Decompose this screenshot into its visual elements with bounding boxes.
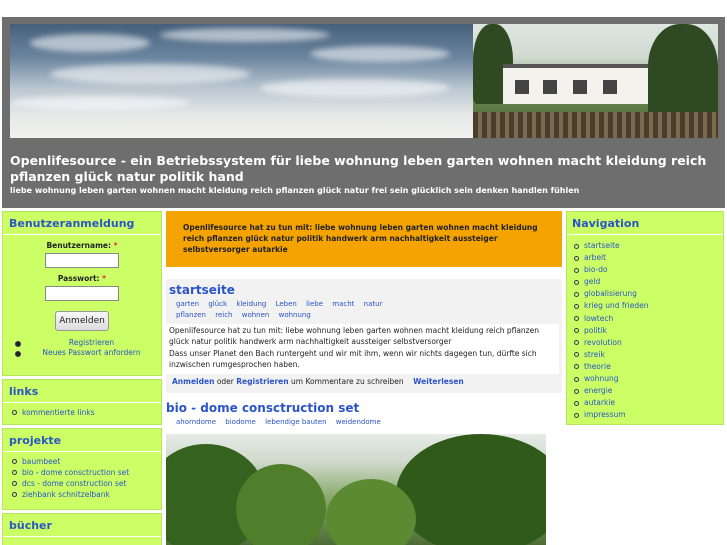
node-body: Openlifesource hat zu tun mit: liebe woh… [166,324,559,374]
site-slogan: liebe wohnung leben garten wohnen macht … [10,186,580,195]
comment-login-link[interactable]: Anmelden [172,377,214,386]
nav-link-energie[interactable]: energie [584,386,612,395]
nav-item: krieg und frieden [573,300,723,312]
nav-link-startseite[interactable]: startseite [584,241,620,250]
nav-item: impressum [573,409,723,421]
links-item-link[interactable]: kommentierte links [22,408,94,417]
bio-dome-photo [166,434,546,545]
comment-register-link[interactable]: Registrieren [236,377,288,386]
nav-item: startseite [573,240,723,252]
nav-item: streik [573,349,723,361]
nav-link-wohnung[interactable]: wohnung [584,374,619,383]
nav-link-lowtech[interactable]: lowtech [584,314,613,323]
tag-link[interactable]: glück [208,300,227,308]
projekte-item-link[interactable]: dcs - dome construction set [22,479,126,488]
node-body-paragraph: Dass unser Planet den Bach runtergeht un… [169,349,537,369]
links-block-title: links [3,380,161,403]
login-button[interactable]: Anmelden [55,311,109,331]
site-title-link[interactable]: Openlifesource - ein Betriebssystem für … [10,153,720,185]
links-block: links kommentierte links [2,379,162,425]
tag-link[interactable]: kleidung [236,300,266,308]
tag-link[interactable]: Leben [276,300,297,308]
tag-link[interactable]: natur [364,300,383,308]
tag-link[interactable]: ahorndome [176,418,216,426]
projekte-item-link[interactable]: ziehbank schnitzelbank [22,490,110,499]
site-header: Openlifesource - ein Betriebssystem für … [2,17,725,208]
tag-link[interactable]: wohnung [279,311,311,319]
list-item: kommentierte links [11,407,161,418]
nav-item: arbeit [573,252,723,264]
banner-house-image [473,24,718,138]
tag-link[interactable]: wohnen [242,311,270,319]
buecher-block-title: bücher [3,514,161,537]
list-item: bio - dome consctruction set [11,467,161,478]
nav-item: revolution [573,337,723,349]
projekte-block: projekte baumbeet bio - dome consctructi… [2,428,162,510]
tag-link[interactable]: liebe [306,300,323,308]
node-title-link[interactable]: startseite [169,283,235,297]
nav-item: politik [573,325,723,337]
nav-item: theorie [573,361,723,373]
node-body-paragraph: Openlifesource hat zu tun mit: liebe woh… [169,326,539,346]
nav-link-theorie[interactable]: theorie [584,362,611,371]
nav-item: lowtech [573,313,723,325]
nav-link-bio-do[interactable]: bio-do [584,265,608,274]
login-block: Benutzeranmeldung Benutzername: * Passwo… [2,211,162,376]
nav-item: bio-do [573,264,723,276]
projekte-item-link[interactable]: bio - dome consctruction set [22,468,129,477]
nav-link-geld[interactable]: geld [584,277,600,286]
register-link[interactable]: Registrieren [69,338,114,347]
tag-link[interactable]: biodome [225,418,256,426]
projekte-block-title: projekte [3,429,161,452]
nav-link-globalisierung[interactable]: globalisierung [584,289,637,298]
nav-link-revolution[interactable]: revolution [584,338,622,347]
node-tags: garten glück kleidung Leben liebe macht … [166,299,562,321]
nav-link-autarkie[interactable]: autarkie [584,398,615,407]
tag-link[interactable]: garten [176,300,199,308]
username-input[interactable] [45,253,119,268]
navigation-block-title: Navigation [567,212,723,235]
tag-link[interactable]: reich [215,311,232,319]
node-bio-dome: bio - dome consctruction set ahorndome b… [166,401,562,545]
nav-link-streik[interactable]: streik [584,350,605,359]
nav-link-impressum[interactable]: impressum [584,410,626,419]
tag-link[interactable]: pflanzen [176,311,206,319]
nav-link-arbeit[interactable]: arbeit [584,253,606,262]
tag-link[interactable]: weidendome [336,418,381,426]
list-item: baumbeet [11,456,161,467]
username-label: Benutzername: * [46,241,118,250]
password-input[interactable] [45,286,119,301]
password-label: Passwort: * [57,274,107,283]
tag-link[interactable]: macht [332,300,354,308]
nav-link-politik[interactable]: politik [584,326,607,335]
node-title-link[interactable]: bio - dome consctruction set [166,401,359,415]
nav-link-krieg-und-frieden[interactable]: krieg und frieden [584,301,648,310]
nav-item: globalisierung [573,288,723,300]
tag-link[interactable]: lebendige bauten [265,418,326,426]
banner-sky-image [10,24,473,138]
new-password-link[interactable]: Neues Passwort anfordern [42,348,140,357]
projekte-item-link[interactable]: baumbeet [22,457,60,466]
list-item: ziehbank schnitzelbank [11,489,161,500]
node-startseite: startseite garten glück kleidung Leben l… [166,279,562,393]
node-links: Anmelden oder Registrieren um Kommentare… [172,377,464,386]
navigation-block: Navigation startseite arbeit bio-do geld… [566,211,724,425]
read-more-link[interactable]: Weiterlesen [413,377,464,386]
nav-item: wohnung [573,373,723,385]
nav-item: geld [573,276,723,288]
login-block-title: Benutzeranmeldung [3,212,161,235]
buecher-block: bücher [2,513,162,545]
nav-item: autarkie [573,397,723,409]
list-item: dcs - dome construction set [11,478,161,489]
nav-item: energie [573,385,723,397]
node-tags: ahorndome biodome lebendige bauten weide… [166,417,562,428]
mission-notice: Openlifesource hat zu tun mit: liebe woh… [166,211,562,267]
